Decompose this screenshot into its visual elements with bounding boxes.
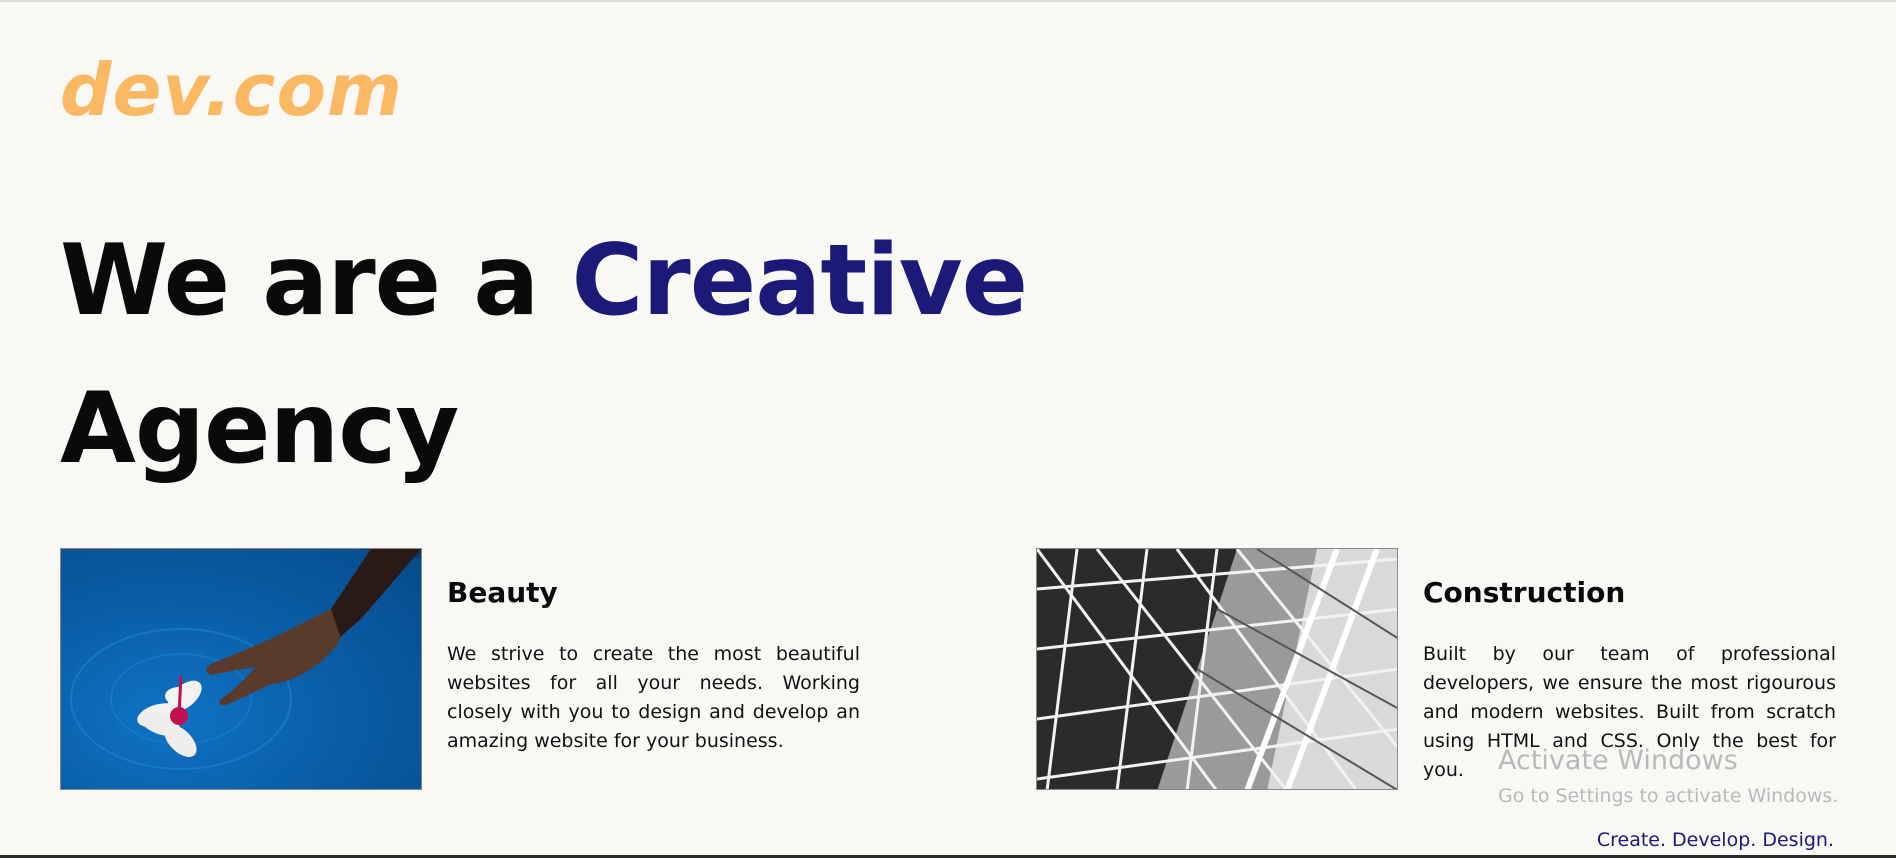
logo[interactable]: dev.com — [60, 54, 403, 126]
page: dev.com We are a Creative Agency Beauty … — [0, 0, 1896, 858]
hand-flower-illustration — [70, 549, 421, 770]
card-title-construction: Construction — [1423, 576, 1626, 609]
hero-line1-prefix: We are a — [60, 224, 539, 338]
beauty-image — [60, 548, 422, 790]
hero-accent-word: Creative — [571, 224, 1029, 338]
activate-windows-title: Activate Windows — [1498, 745, 1738, 776]
steel-truss-illustration — [1037, 549, 1397, 789]
activate-windows-subtitle[interactable]: Go to Settings to activate Windows. — [1498, 785, 1838, 807]
card-description-beauty: We strive to create the most beautiful w… — [447, 643, 860, 752]
card-title-beauty: Beauty — [447, 576, 558, 609]
card-beauty: Beauty We strive to create the most beau… — [60, 548, 860, 790]
footer-tagline: Create. Develop. Design. — [1596, 829, 1834, 851]
construction-image — [1036, 548, 1398, 790]
hero-heading: We are a Creative Agency — [60, 207, 1029, 503]
hero-line2: Agency — [60, 372, 459, 486]
